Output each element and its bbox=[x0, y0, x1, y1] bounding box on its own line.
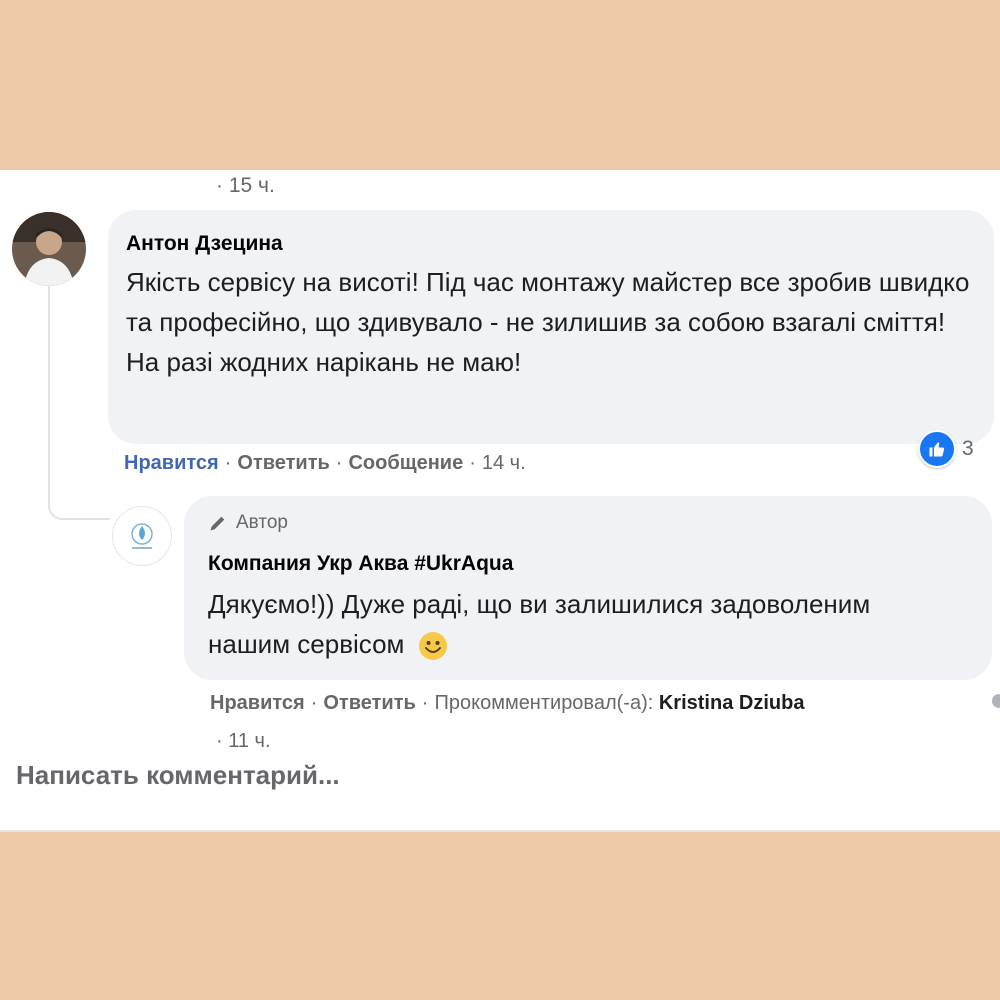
ukraqua-logo-icon bbox=[131, 523, 153, 549]
like-icon bbox=[918, 430, 956, 468]
reaction-count: 3 bbox=[962, 437, 974, 460]
author-badge-label: Автор bbox=[236, 512, 288, 533]
reply-bubble: Автор Компания Укр Аква #UkrAqua Дякуємо… bbox=[184, 496, 992, 680]
comment-actions: Нравится · Ответить · Сообщение · 14 ч. bbox=[124, 452, 526, 474]
commented-by-label: Прокомментировал(-а): bbox=[434, 692, 654, 714]
comment-bubble: Антон Дзецина Якість сервісу на висоті! … bbox=[108, 210, 994, 444]
reply-author[interactable]: Компания Укр Аква #UkrAqua bbox=[208, 552, 513, 576]
reply-button[interactable]: Ответить bbox=[237, 452, 329, 474]
comments-panel: · 15 ч. Антон Дзецина Якість сервісу на … bbox=[0, 170, 1000, 832]
author-badge: Автор bbox=[208, 512, 288, 534]
reply-like-button[interactable]: Нравится bbox=[210, 692, 305, 714]
previous-comment-time: · 15 ч. bbox=[216, 174, 275, 197]
smiley-icon bbox=[418, 632, 447, 661]
pencil-icon bbox=[210, 516, 225, 531]
comment-time[interactable]: 14 ч. bbox=[482, 452, 526, 474]
profile-dot-icon bbox=[992, 694, 1000, 708]
comment-text: Якість сервісу на висоті! Під час монтаж… bbox=[126, 267, 970, 377]
avatar[interactable] bbox=[12, 212, 86, 286]
like-button[interactable]: Нравится bbox=[124, 452, 219, 474]
reply-actions: Нравится · Ответить · Прокомментировал(-а): … bbox=[210, 692, 805, 714]
message-button[interactable]: Сообщение bbox=[348, 452, 463, 474]
reaction-summary[interactable]: 3 bbox=[918, 430, 974, 468]
write-comment-input[interactable]: Написать комментарий... bbox=[16, 760, 340, 791]
user-avatar-image bbox=[12, 212, 86, 286]
reply-time[interactable]: · 11 ч. bbox=[216, 730, 271, 753]
comment-author[interactable]: Антон Дзецина bbox=[126, 232, 283, 256]
reply-text-content: Дякуємо!)) Дуже раді, що ви залишилися з… bbox=[208, 589, 871, 659]
commented-by-name[interactable]: Kristina Dziuba bbox=[659, 692, 805, 714]
company-avatar[interactable] bbox=[112, 506, 172, 566]
thread-connector bbox=[48, 282, 110, 520]
reply-text: Дякуємо!)) Дуже раді, що ви залишилися з… bbox=[208, 584, 908, 664]
reply-reply-button[interactable]: Ответить bbox=[323, 692, 415, 714]
